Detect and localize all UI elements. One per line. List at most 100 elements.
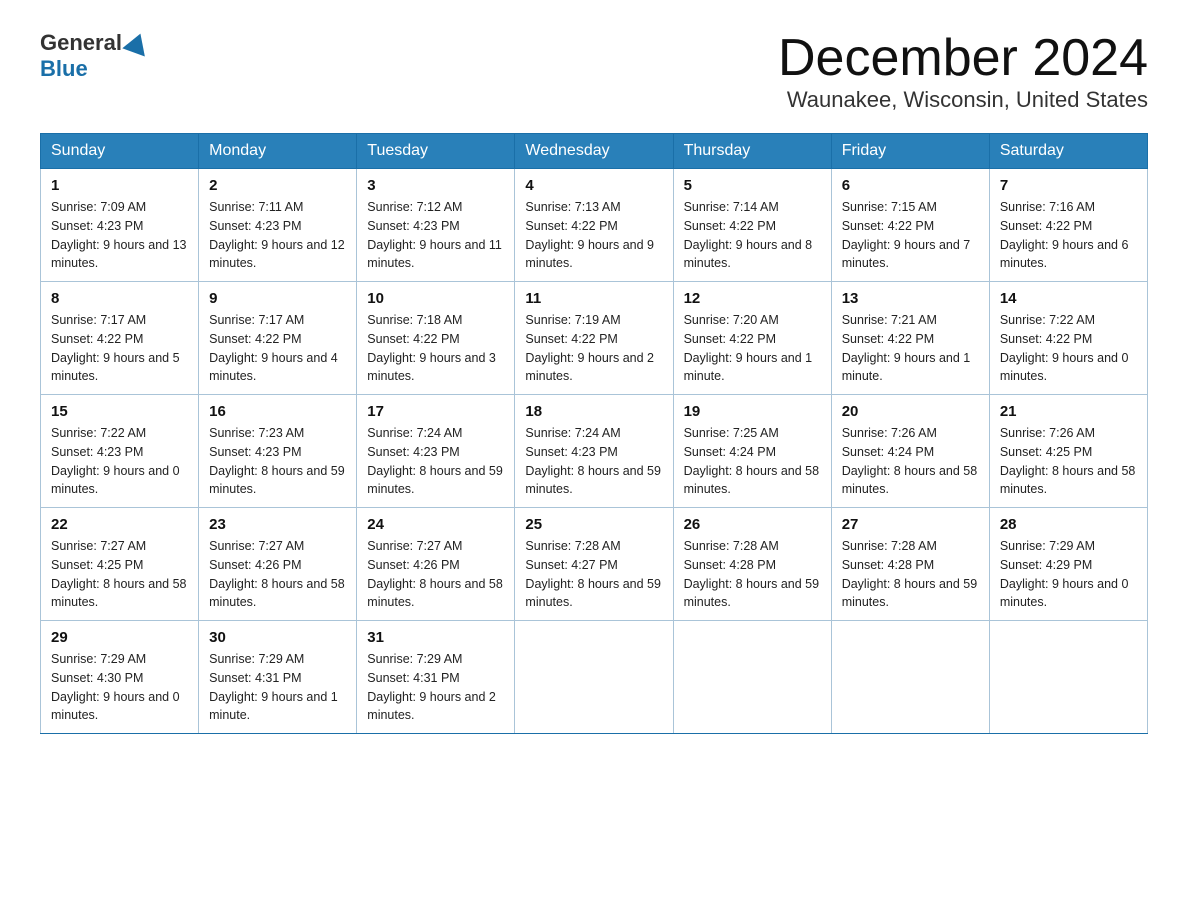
day-number: 1 (51, 177, 188, 194)
day-info: Sunrise: 7:24 AMSunset: 4:23 PMDaylight:… (367, 426, 503, 496)
day-number: 2 (209, 177, 346, 194)
day-info: Sunrise: 7:26 AMSunset: 4:24 PMDaylight:… (842, 426, 978, 496)
calendar-cell: 23 Sunrise: 7:27 AMSunset: 4:26 PMDaylig… (199, 508, 357, 621)
day-number: 28 (1000, 516, 1137, 533)
title-area: December 2024 Waunakee, Wisconsin, Unite… (778, 30, 1148, 113)
day-info: Sunrise: 7:29 AMSunset: 4:30 PMDaylight:… (51, 652, 180, 722)
day-info: Sunrise: 7:20 AMSunset: 4:22 PMDaylight:… (684, 313, 813, 383)
day-number: 6 (842, 177, 979, 194)
day-info: Sunrise: 7:22 AMSunset: 4:23 PMDaylight:… (51, 426, 180, 496)
calendar-cell: 14 Sunrise: 7:22 AMSunset: 4:22 PMDaylig… (989, 282, 1147, 395)
day-number: 19 (684, 403, 821, 420)
calendar-cell: 7 Sunrise: 7:16 AMSunset: 4:22 PMDayligh… (989, 169, 1147, 282)
calendar-cell: 27 Sunrise: 7:28 AMSunset: 4:28 PMDaylig… (831, 508, 989, 621)
day-info: Sunrise: 7:18 AMSunset: 4:22 PMDaylight:… (367, 313, 496, 383)
logo-blue-text: Blue (40, 56, 88, 82)
day-number: 11 (525, 290, 662, 307)
day-info: Sunrise: 7:26 AMSunset: 4:25 PMDaylight:… (1000, 426, 1136, 496)
day-number: 25 (525, 516, 662, 533)
calendar-cell: 6 Sunrise: 7:15 AMSunset: 4:22 PMDayligh… (831, 169, 989, 282)
month-title: December 2024 (778, 30, 1148, 87)
day-info: Sunrise: 7:16 AMSunset: 4:22 PMDaylight:… (1000, 200, 1129, 270)
calendar-week-row: 29 Sunrise: 7:29 AMSunset: 4:30 PMDaylig… (41, 621, 1148, 734)
calendar-cell: 4 Sunrise: 7:13 AMSunset: 4:22 PMDayligh… (515, 169, 673, 282)
day-number: 23 (209, 516, 346, 533)
day-number: 22 (51, 516, 188, 533)
day-info: Sunrise: 7:28 AMSunset: 4:28 PMDaylight:… (842, 539, 978, 609)
day-number: 16 (209, 403, 346, 420)
day-number: 8 (51, 290, 188, 307)
day-number: 30 (209, 629, 346, 646)
calendar-cell: 12 Sunrise: 7:20 AMSunset: 4:22 PMDaylig… (673, 282, 831, 395)
day-number: 7 (1000, 177, 1137, 194)
calendar-cell (831, 621, 989, 734)
day-number: 20 (842, 403, 979, 420)
calendar-cell: 20 Sunrise: 7:26 AMSunset: 4:24 PMDaylig… (831, 395, 989, 508)
day-info: Sunrise: 7:17 AMSunset: 4:22 PMDaylight:… (209, 313, 338, 383)
day-info: Sunrise: 7:27 AMSunset: 4:26 PMDaylight:… (367, 539, 503, 609)
calendar-cell: 15 Sunrise: 7:22 AMSunset: 4:23 PMDaylig… (41, 395, 199, 508)
calendar-table: SundayMondayTuesdayWednesdayThursdayFrid… (40, 133, 1148, 734)
calendar-week-row: 22 Sunrise: 7:27 AMSunset: 4:25 PMDaylig… (41, 508, 1148, 621)
day-info: Sunrise: 7:11 AMSunset: 4:23 PMDaylight:… (209, 200, 345, 270)
weekday-header-friday: Friday (831, 134, 989, 169)
day-info: Sunrise: 7:28 AMSunset: 4:28 PMDaylight:… (684, 539, 820, 609)
calendar-week-row: 8 Sunrise: 7:17 AMSunset: 4:22 PMDayligh… (41, 282, 1148, 395)
day-info: Sunrise: 7:14 AMSunset: 4:22 PMDaylight:… (684, 200, 813, 270)
calendar-cell: 9 Sunrise: 7:17 AMSunset: 4:22 PMDayligh… (199, 282, 357, 395)
day-number: 21 (1000, 403, 1137, 420)
day-number: 24 (367, 516, 504, 533)
calendar-week-row: 15 Sunrise: 7:22 AMSunset: 4:23 PMDaylig… (41, 395, 1148, 508)
calendar-cell: 13 Sunrise: 7:21 AMSunset: 4:22 PMDaylig… (831, 282, 989, 395)
calendar-cell: 24 Sunrise: 7:27 AMSunset: 4:26 PMDaylig… (357, 508, 515, 621)
day-info: Sunrise: 7:27 AMSunset: 4:26 PMDaylight:… (209, 539, 345, 609)
weekday-header-thursday: Thursday (673, 134, 831, 169)
day-info: Sunrise: 7:12 AMSunset: 4:23 PMDaylight:… (367, 200, 502, 270)
calendar-cell: 5 Sunrise: 7:14 AMSunset: 4:22 PMDayligh… (673, 169, 831, 282)
day-info: Sunrise: 7:23 AMSunset: 4:23 PMDaylight:… (209, 426, 345, 496)
calendar-cell: 30 Sunrise: 7:29 AMSunset: 4:31 PMDaylig… (199, 621, 357, 734)
weekday-header-wednesday: Wednesday (515, 134, 673, 169)
day-number: 5 (684, 177, 821, 194)
calendar-week-row: 1 Sunrise: 7:09 AMSunset: 4:23 PMDayligh… (41, 169, 1148, 282)
calendar-cell: 22 Sunrise: 7:27 AMSunset: 4:25 PMDaylig… (41, 508, 199, 621)
day-info: Sunrise: 7:09 AMSunset: 4:23 PMDaylight:… (51, 200, 187, 270)
calendar-cell: 8 Sunrise: 7:17 AMSunset: 4:22 PMDayligh… (41, 282, 199, 395)
day-number: 18 (525, 403, 662, 420)
calendar-cell: 31 Sunrise: 7:29 AMSunset: 4:31 PMDaylig… (357, 621, 515, 734)
day-number: 15 (51, 403, 188, 420)
day-info: Sunrise: 7:29 AMSunset: 4:31 PMDaylight:… (209, 652, 338, 722)
calendar-cell (515, 621, 673, 734)
day-number: 14 (1000, 290, 1137, 307)
day-info: Sunrise: 7:29 AMSunset: 4:31 PMDaylight:… (367, 652, 496, 722)
calendar-cell: 29 Sunrise: 7:29 AMSunset: 4:30 PMDaylig… (41, 621, 199, 734)
calendar-cell: 28 Sunrise: 7:29 AMSunset: 4:29 PMDaylig… (989, 508, 1147, 621)
calendar-cell (673, 621, 831, 734)
day-number: 10 (367, 290, 504, 307)
weekday-header-row: SundayMondayTuesdayWednesdayThursdayFrid… (41, 134, 1148, 169)
day-info: Sunrise: 7:29 AMSunset: 4:29 PMDaylight:… (1000, 539, 1129, 609)
day-info: Sunrise: 7:25 AMSunset: 4:24 PMDaylight:… (684, 426, 820, 496)
page-header: General Blue December 2024 Waunakee, Wis… (40, 30, 1148, 113)
calendar-cell (989, 621, 1147, 734)
weekday-header-sunday: Sunday (41, 134, 199, 169)
day-number: 26 (684, 516, 821, 533)
calendar-cell: 18 Sunrise: 7:24 AMSunset: 4:23 PMDaylig… (515, 395, 673, 508)
logo: General Blue (40, 30, 152, 82)
weekday-header-tuesday: Tuesday (357, 134, 515, 169)
calendar-cell: 16 Sunrise: 7:23 AMSunset: 4:23 PMDaylig… (199, 395, 357, 508)
day-number: 17 (367, 403, 504, 420)
calendar-cell: 2 Sunrise: 7:11 AMSunset: 4:23 PMDayligh… (199, 169, 357, 282)
calendar-cell: 1 Sunrise: 7:09 AMSunset: 4:23 PMDayligh… (41, 169, 199, 282)
calendar-cell: 21 Sunrise: 7:26 AMSunset: 4:25 PMDaylig… (989, 395, 1147, 508)
logo-triangle-icon (122, 29, 151, 56)
day-info: Sunrise: 7:17 AMSunset: 4:22 PMDaylight:… (51, 313, 180, 383)
day-number: 3 (367, 177, 504, 194)
day-number: 12 (684, 290, 821, 307)
day-info: Sunrise: 7:22 AMSunset: 4:22 PMDaylight:… (1000, 313, 1129, 383)
day-number: 27 (842, 516, 979, 533)
day-info: Sunrise: 7:24 AMSunset: 4:23 PMDaylight:… (525, 426, 661, 496)
calendar-cell: 10 Sunrise: 7:18 AMSunset: 4:22 PMDaylig… (357, 282, 515, 395)
day-info: Sunrise: 7:28 AMSunset: 4:27 PMDaylight:… (525, 539, 661, 609)
day-number: 9 (209, 290, 346, 307)
